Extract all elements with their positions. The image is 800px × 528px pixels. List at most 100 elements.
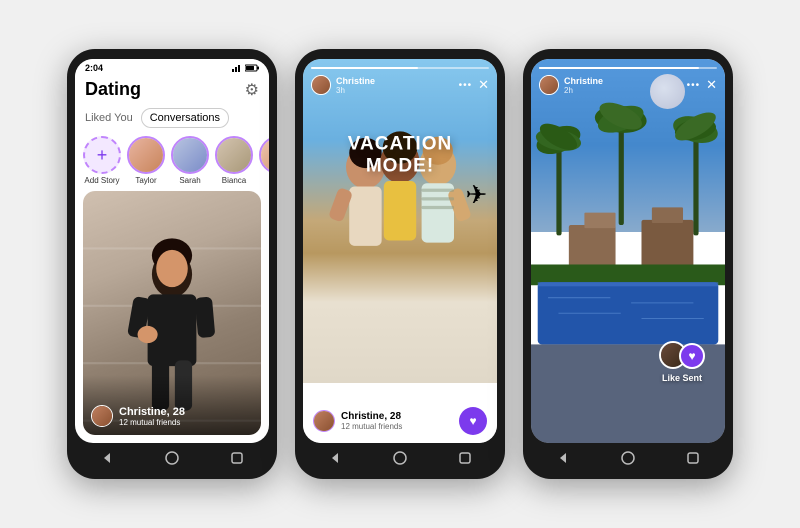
phone2-screen: Christine 3h ••• ✕ VACATION MODE! ✈ (303, 59, 497, 443)
profile-name: Christine, 28 (119, 406, 185, 418)
dots-menu-icon-2[interactable]: ••• (459, 80, 473, 91)
progress-bar-2 (311, 67, 489, 69)
add-story-label: Add Story (84, 176, 119, 185)
story-header-2: Christine 3h ••• ✕ (303, 59, 497, 99)
sarah-avatar (171, 136, 209, 174)
back-nav-btn-2[interactable] (326, 449, 344, 467)
plus-icon: + (97, 145, 108, 166)
phone3-nav-bar (531, 443, 725, 469)
profile-text: Christine, 28 12 mutual friends (119, 406, 185, 427)
tab-liked-you[interactable]: Liked You (85, 109, 133, 127)
sarah-label: Sarah (179, 176, 200, 185)
square-icon-3 (686, 451, 700, 465)
bianca-avatar (215, 136, 253, 174)
like-sent-avatars: ♥ (659, 341, 705, 369)
time-display: 2:04 (85, 63, 103, 73)
back-nav-btn-3[interactable] (554, 449, 572, 467)
story-taylor[interactable]: Taylor (127, 136, 165, 185)
story-user-row-2: Christine 3h ••• ✕ (311, 75, 489, 95)
story-bianca[interactable]: Bianca (215, 136, 253, 185)
home-nav-btn-3[interactable] (619, 449, 637, 467)
status-icons (232, 64, 259, 72)
profile-card[interactable]: Christine, 28 12 mutual friends (83, 191, 261, 435)
bianca-label: Bianca (222, 176, 246, 185)
story-time-3: 2h (564, 86, 603, 95)
story-user-avatar-2 (311, 75, 331, 95)
home-circle-icon-3 (620, 450, 636, 466)
story-username-3: Christine (564, 76, 603, 86)
square-icon (230, 451, 244, 465)
phone2-nav-bar (303, 443, 497, 469)
story-sarah[interactable]: Sarah (171, 136, 209, 185)
home-nav-btn-2[interactable] (391, 449, 409, 467)
back-arrow-icon-2 (328, 451, 342, 465)
profile-mutual: 12 mutual friends (119, 418, 185, 427)
tabs-row: Liked You Conversations (75, 106, 269, 134)
tab-conversations[interactable]: Conversations (141, 108, 229, 128)
signal-icon (232, 64, 242, 72)
phone3-screen: Christine 2h ••• ✕ (531, 59, 725, 443)
dating-header: Dating ⚙ (75, 75, 269, 106)
like-sent-overlay: ♥ Like Sent (659, 341, 705, 383)
phone1-nav-bar (75, 443, 269, 469)
airplane-emoji: ✈ (313, 180, 488, 211)
phone-3: Christine 2h ••• ✕ (523, 49, 733, 479)
story-time-2: 3h (336, 86, 375, 95)
story3-overlay: Christine 2h ••• ✕ (531, 59, 725, 443)
heart-icon-2: ♥ (469, 414, 476, 428)
sp-avatar (259, 136, 269, 174)
heart-button-2[interactable]: ♥ (459, 407, 487, 435)
phone3-story-screen: Christine 2h ••• ✕ (531, 59, 725, 443)
square-nav-btn-3[interactable] (684, 449, 702, 467)
dots-menu-icon-3[interactable]: ••• (687, 80, 701, 91)
home-nav-btn[interactable] (163, 449, 181, 467)
phone2-story-screen: Christine 3h ••• ✕ VACATION MODE! ✈ (303, 59, 497, 443)
story-header-3: Christine 2h ••• ✕ (531, 59, 725, 99)
gear-icon[interactable]: ⚙ (245, 80, 259, 100)
story-user-avatar-3 (539, 75, 559, 95)
profile-info: Christine, 28 12 mutual friends (91, 405, 185, 427)
app-title: Dating (85, 79, 141, 100)
phone1-screen: 2:04 Dating ⚙ Liked You Conv (75, 59, 269, 443)
add-story-item[interactable]: + Add Story (83, 136, 121, 185)
story-bottom-name-2: Christine, 28 (341, 411, 402, 422)
back-arrow-icon (100, 451, 114, 465)
square-icon-2 (458, 451, 472, 465)
story-username-2: Christine (336, 76, 375, 86)
close-btn-3[interactable]: ✕ (706, 77, 717, 93)
story-bottom-info-2: Christine, 28 12 mutual friends (313, 410, 402, 432)
story-bottom-mutual-2: 12 mutual friends (341, 422, 402, 431)
square-nav-btn[interactable] (228, 449, 246, 467)
story-user-left-3: Christine 2h (539, 75, 603, 95)
home-circle-icon-2 (392, 450, 408, 466)
battery-icon (245, 64, 259, 72)
story-user-info-2: Christine 3h (336, 76, 375, 95)
phone-1: 2:04 Dating ⚙ Liked You Conv (67, 49, 277, 479)
taylor-avatar (127, 136, 165, 174)
like-heart-symbol: ♥ (688, 349, 695, 363)
add-story-btn[interactable]: + (83, 136, 121, 174)
story-overlay: Christine 3h ••• ✕ VACATION MODE! ✈ (303, 59, 497, 383)
story-bottom-text-2: Christine, 28 12 mutual friends (341, 411, 402, 431)
phone-2: Christine 3h ••• ✕ VACATION MODE! ✈ (295, 49, 505, 479)
like-sent-heart-icon: ♥ (679, 343, 705, 369)
story-icons-right-3: ••• ✕ (687, 77, 717, 93)
progress-fill-3 (539, 67, 699, 69)
story-user-left-2: Christine 3h (311, 75, 375, 95)
square-nav-btn-2[interactable] (456, 449, 474, 467)
story-text-container: VACATION MODE! ✈ (313, 134, 488, 211)
home-circle-icon (164, 450, 180, 466)
story-bottom-2: Christine, 28 12 mutual friends ♥ (303, 399, 497, 443)
story-bottom-avatar-2 (313, 410, 335, 432)
back-nav-btn[interactable] (98, 449, 116, 467)
stories-row: + Add Story Taylor Sarah Bianc (75, 134, 269, 191)
story-sp[interactable]: Sp... (259, 136, 269, 185)
taylor-label: Taylor (135, 176, 156, 185)
like-sent-label: Like Sent (662, 373, 702, 383)
story-icons-right-2: ••• ✕ (459, 77, 489, 93)
progress-bar-3 (539, 67, 717, 69)
back-arrow-icon-3 (556, 451, 570, 465)
story-user-info-3: Christine 2h (564, 76, 603, 95)
progress-fill-2 (311, 67, 418, 69)
close-btn-2[interactable]: ✕ (478, 77, 489, 93)
